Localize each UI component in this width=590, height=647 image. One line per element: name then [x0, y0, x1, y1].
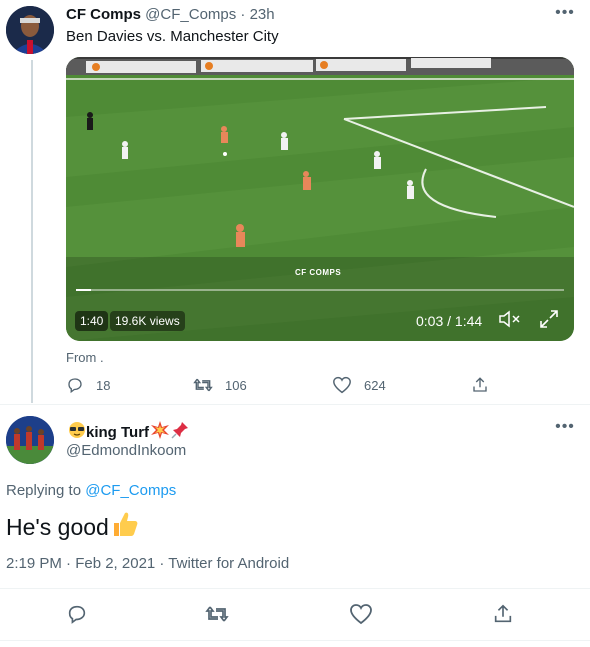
from-label[interactable]: From . — [66, 350, 104, 365]
time-separator: · — [240, 6, 246, 23]
thumbs-up-emoji-icon — [111, 510, 139, 544]
share-icon — [473, 377, 487, 392]
collision-emoji-icon — [151, 421, 170, 443]
tweet-header: CF Comps @CF_Comps · 23h — [66, 6, 275, 23]
reply-author-name: king Turf — [86, 423, 150, 441]
video-player[interactable]: CF COMPS 1:40 19.6K views 0:03 / 1:44 — [66, 57, 574, 341]
views-badge: 19.6K views — [110, 311, 185, 331]
retweet-button[interactable] — [205, 603, 229, 625]
reply-icon — [68, 605, 86, 624]
thread-line — [31, 60, 33, 403]
divider — [0, 640, 590, 641]
reply-author-avatar[interactable] — [6, 416, 54, 464]
reply-meta[interactable]: 2:19 PM · Feb 2, 2021 · Twitter for Andr… — [6, 555, 289, 572]
reply-icon — [68, 378, 82, 394]
retweet-button[interactable]: 106 — [193, 376, 247, 394]
author-avatar[interactable] — [6, 6, 54, 54]
sunglasses-emoji-icon — [68, 421, 86, 443]
tweet-text: Ben Davies vs. Manchester City — [66, 28, 279, 45]
reply-button[interactable] — [66, 603, 88, 625]
like-button[interactable]: 624 — [332, 376, 386, 394]
pushpin-emoji-icon — [171, 421, 189, 443]
more-icon[interactable]: ••• — [555, 419, 575, 438]
share-icon — [494, 604, 512, 623]
video-time: 0:03 / 1:44 — [416, 313, 483, 329]
reply-count: 18 — [96, 377, 111, 393]
video-frame — [66, 57, 574, 341]
tweet-time[interactable]: 23h — [250, 6, 275, 23]
retweet-icon — [193, 378, 213, 392]
reply-text-row: He's good — [6, 510, 139, 544]
replying-to-link[interactable]: @CF_Comps — [85, 482, 176, 499]
like-button[interactable] — [349, 603, 373, 625]
retweet-count: 106 — [225, 377, 247, 393]
replying-to: Replying to @CF_Comps — [6, 482, 176, 499]
divider — [0, 588, 590, 589]
author-name[interactable]: CF Comps — [66, 6, 141, 23]
share-button[interactable] — [471, 376, 489, 394]
video-watermark: CF COMPS — [295, 268, 342, 277]
more-icon[interactable]: ••• — [555, 5, 575, 24]
retweet-icon — [205, 606, 229, 622]
reply-author-handle[interactable]: @EdmondInkoom — [66, 442, 186, 459]
reply-text: He's good — [6, 513, 109, 540]
like-count: 624 — [364, 377, 386, 393]
author-handle[interactable]: @CF_Comps — [145, 6, 236, 23]
like-icon — [333, 376, 351, 394]
reply-button[interactable]: 18 — [66, 376, 110, 394]
share-button[interactable] — [492, 603, 514, 625]
reply-author-name-row[interactable]: king Turf — [66, 421, 189, 443]
divider — [0, 404, 590, 405]
video-progress-bar[interactable] — [76, 289, 564, 291]
like-icon — [350, 604, 372, 625]
replying-prefix: Replying to — [6, 482, 86, 499]
duration-badge: 1:40 — [75, 311, 109, 331]
video-progress-fill — [76, 289, 91, 291]
